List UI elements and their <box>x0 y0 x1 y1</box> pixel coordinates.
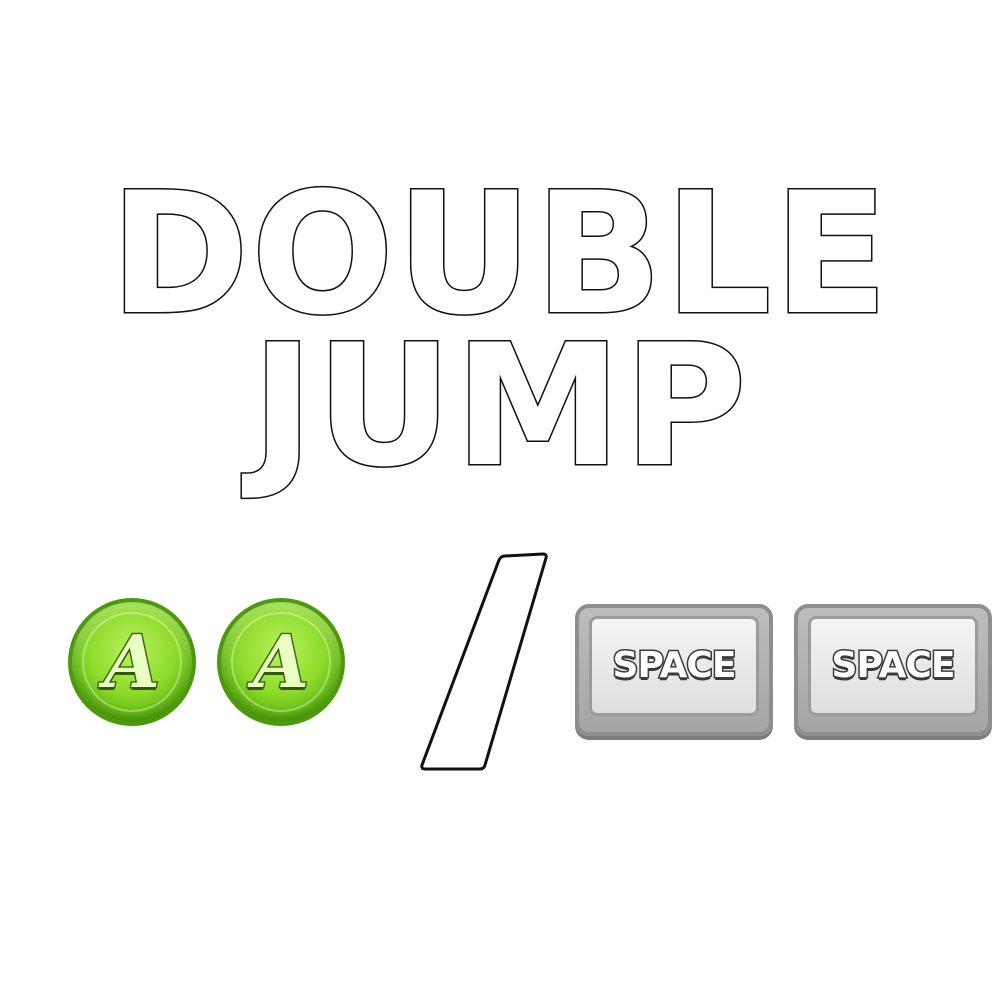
space-key-label: SPACE <box>830 644 957 688</box>
space-key-icon: SPACE <box>794 604 992 736</box>
title-line-2: JUMP <box>250 308 749 504</box>
space-key-icon: SPACE <box>575 604 773 736</box>
a-button-label: A <box>252 618 311 706</box>
a-button-label: A <box>103 618 162 706</box>
slash-separator-icon <box>420 552 548 771</box>
a-button-icon: A <box>217 598 345 726</box>
a-button-icon: A <box>68 598 196 726</box>
space-key-label: SPACE <box>611 644 738 688</box>
